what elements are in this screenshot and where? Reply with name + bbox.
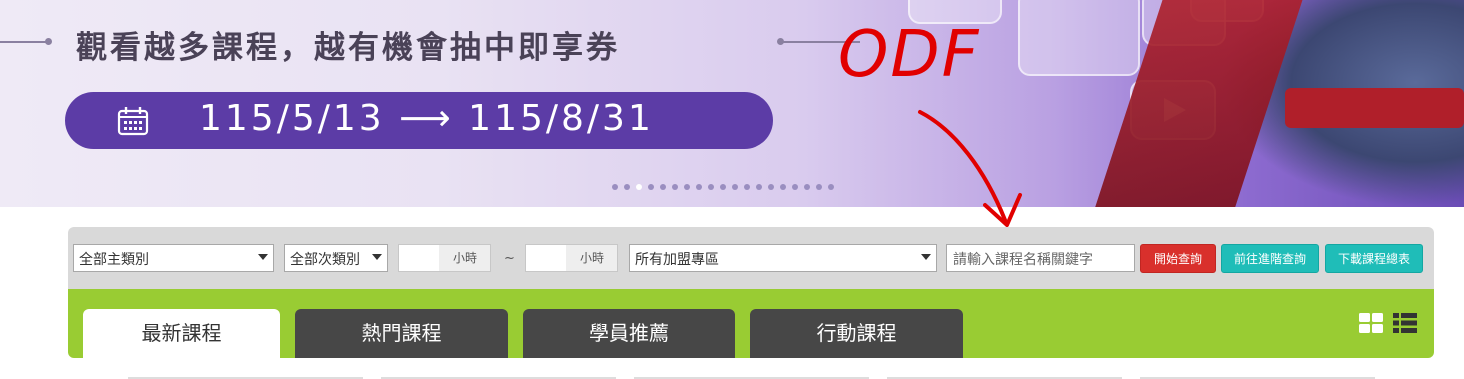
main-category-select[interactable]: 全部主類別 — [73, 244, 274, 272]
carousel-dot[interactable] — [684, 184, 690, 190]
calendar-icon — [117, 107, 149, 136]
grid-view-icon[interactable] — [1359, 313, 1383, 333]
carousel-dot[interactable] — [720, 184, 726, 190]
decor-tile-trophy — [1018, 0, 1140, 76]
carousel-dot[interactable] — [828, 184, 834, 190]
chevron-down-icon — [258, 254, 268, 260]
carousel-dot[interactable] — [732, 184, 738, 190]
carousel-dot[interactable] — [756, 184, 762, 190]
course-tab-bar: 最新課程 熱門課程 學員推薦 行動課程 — [68, 289, 1434, 358]
carousel-dot[interactable] — [804, 184, 810, 190]
carousel-dot[interactable] — [780, 184, 786, 190]
hours-to-label: 小時 — [579, 251, 604, 265]
tab-popular-courses[interactable]: 熱門課程 — [295, 309, 508, 358]
annotation-text: ODF — [838, 18, 981, 92]
carousel-dot[interactable] — [816, 184, 822, 190]
carousel-dot[interactable] — [744, 184, 750, 190]
chevron-down-icon — [372, 254, 382, 260]
search-button[interactable]: 開始查詢 — [1140, 244, 1216, 273]
zone-value: 所有加盟專區 — [635, 252, 719, 268]
carousel-dot[interactable] — [636, 184, 642, 190]
date-range-pill: 115/5/13 ⟶ 115/8/31 — [65, 92, 773, 149]
download-list-button[interactable]: 下載課程總表 — [1325, 244, 1423, 273]
carousel-dots[interactable] — [612, 184, 834, 190]
hours-from-group: 小時 — [398, 244, 491, 272]
carousel-dot[interactable] — [672, 184, 678, 190]
carousel-dot[interactable] — [612, 184, 618, 190]
hours-from-input[interactable] — [399, 245, 439, 271]
carousel-dot[interactable] — [648, 184, 654, 190]
banner-title-row: 觀看越多課程，越有機會抽中即享券 — [0, 18, 860, 68]
carousel-dot[interactable] — [708, 184, 714, 190]
carousel-dot[interactable] — [624, 184, 630, 190]
list-view-icon[interactable] — [1393, 313, 1417, 333]
carousel-dot[interactable] — [660, 184, 666, 190]
banner-title: 觀看越多課程，越有機會抽中即享券 — [76, 30, 620, 66]
carousel-dot[interactable] — [696, 184, 702, 190]
keyword-input[interactable]: 請輸入課程名稱關鍵字 — [946, 244, 1135, 272]
tab-student-recommended[interactable]: 學員推薦 — [523, 309, 735, 358]
date-range-text: 115/5/13 ⟶ 115/8/31 — [199, 98, 654, 139]
carousel-dot[interactable] — [768, 184, 774, 190]
course-search-bar: 全部主類別 全部次類別 小時 ~ 小時 所有加盟專區 請輸入課程名稱關鍵字 開始… — [68, 227, 1434, 289]
sub-category-value: 全部次類別 — [290, 252, 360, 268]
zone-select[interactable]: 所有加盟專區 — [629, 244, 937, 272]
tab-mobile-courses[interactable]: 行動課程 — [750, 309, 963, 358]
title-line-left — [0, 41, 48, 43]
advanced-search-button[interactable]: 前往進階查詢 — [1221, 244, 1319, 273]
hero-trunks — [1285, 88, 1464, 128]
carousel-dot[interactable] — [792, 184, 798, 190]
hours-from-label: 小時 — [452, 251, 477, 265]
title-dot-left — [45, 38, 52, 45]
range-separator: ~ — [504, 251, 515, 266]
chevron-down-icon — [921, 254, 931, 260]
hours-to-input[interactable] — [526, 245, 566, 271]
hours-to-group: 小時 — [525, 244, 618, 272]
tab-latest-courses[interactable]: 最新課程 — [83, 309, 280, 358]
main-category-value: 全部主類別 — [79, 252, 149, 268]
promo-banner[interactable]: 觀看越多課程，越有機會抽中即享券 115/5/13 ⟶ 115/8/31 — [0, 0, 1464, 207]
sub-category-select[interactable]: 全部次類別 — [284, 244, 388, 272]
